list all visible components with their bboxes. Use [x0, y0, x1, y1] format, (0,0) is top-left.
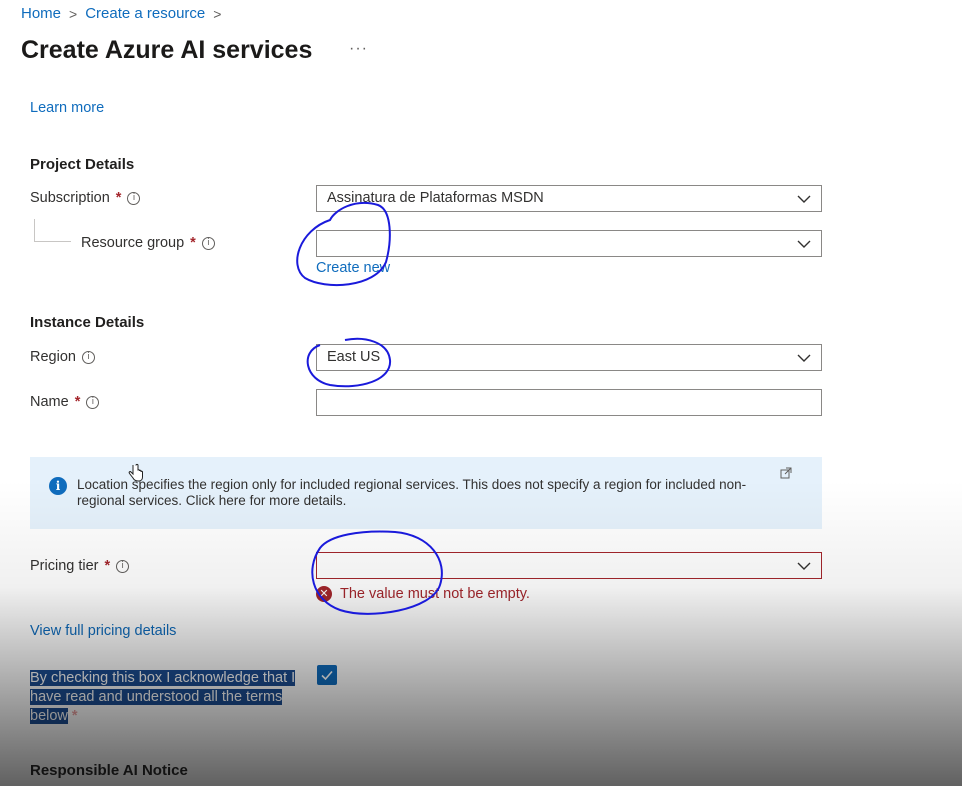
required-asterisk: *: [190, 235, 196, 251]
pricing-tier-label-text: Pricing tier: [30, 558, 99, 574]
breadcrumb-separator: >: [69, 5, 78, 22]
acknowledge-text: By checking this box I acknowledge that …: [30, 670, 296, 724]
project-details-heading: Project Details: [30, 156, 135, 173]
hand-cursor-icon: [128, 463, 143, 482]
create-new-resource-group-link[interactable]: Create new: [316, 260, 390, 276]
responsible-ai-notice-heading: Responsible AI Notice: [30, 762, 188, 779]
resource-group-select[interactable]: [316, 230, 822, 257]
region-value: East US: [327, 349, 381, 365]
chevron-down-icon: [797, 354, 811, 362]
name-input[interactable]: [316, 389, 822, 416]
breadcrumb: Home > Create a resource >: [21, 5, 221, 22]
pricing-tier-label: Pricing tier * i: [30, 558, 130, 574]
region-label: Region i: [30, 349, 95, 365]
tree-connector: [34, 219, 71, 242]
info-icon[interactable]: i: [81, 350, 95, 364]
info-icon[interactable]: i: [127, 191, 141, 205]
info-icon[interactable]: i: [116, 559, 130, 573]
subscription-label: Subscription * i: [30, 190, 141, 206]
chevron-down-icon: [797, 195, 811, 203]
more-options-button[interactable]: ···: [349, 40, 368, 58]
pricing-tier-error-text: The value must not be empty.: [340, 586, 530, 602]
required-asterisk: *: [71, 708, 78, 724]
breadcrumb-separator: >: [213, 5, 222, 22]
external-link-icon[interactable]: [780, 467, 792, 479]
required-asterisk: *: [74, 394, 81, 410]
breadcrumb-create-resource[interactable]: Create a resource: [85, 5, 205, 22]
error-icon: ✕: [316, 586, 332, 602]
checkmark-icon: [321, 670, 333, 681]
subscription-label-text: Subscription: [30, 190, 110, 206]
name-label-text: Name: [30, 394, 69, 410]
subscription-select[interactable]: Assinatura de Plataformas MSDN: [316, 185, 822, 212]
chevron-down-icon: [797, 240, 811, 248]
region-label-text: Region: [30, 349, 76, 365]
pricing-tier-error: ✕ The value must not be empty.: [316, 586, 530, 602]
acknowledge-label: By checking this box I acknowledge that …: [30, 669, 315, 726]
view-pricing-details-link[interactable]: View full pricing details: [30, 623, 176, 639]
acknowledge-checkbox[interactable]: [317, 665, 337, 685]
resource-group-label-text: Resource group: [81, 235, 185, 251]
info-icon[interactable]: i: [201, 236, 215, 250]
page-title: Create Azure AI services: [21, 36, 313, 64]
pricing-tier-select[interactable]: [316, 552, 822, 579]
instance-details-heading: Instance Details: [30, 314, 145, 331]
info-icon[interactable]: i: [86, 395, 100, 409]
chevron-down-icon: [797, 562, 811, 570]
location-info-banner[interactable]: i Location specifies the region only for…: [30, 457, 822, 529]
region-select[interactable]: East US: [316, 344, 822, 371]
learn-more-link[interactable]: Learn more: [30, 100, 104, 116]
required-asterisk: *: [115, 190, 122, 206]
name-label: Name * i: [30, 394, 100, 410]
breadcrumb-home[interactable]: Home: [21, 5, 61, 22]
resource-group-label: Resource group * i: [81, 235, 215, 251]
location-info-text: Location specifies the region only for i…: [77, 477, 747, 508]
info-filled-icon: i: [49, 477, 67, 495]
required-asterisk: *: [104, 558, 111, 574]
subscription-value: Assinatura de Plataformas MSDN: [327, 190, 544, 206]
